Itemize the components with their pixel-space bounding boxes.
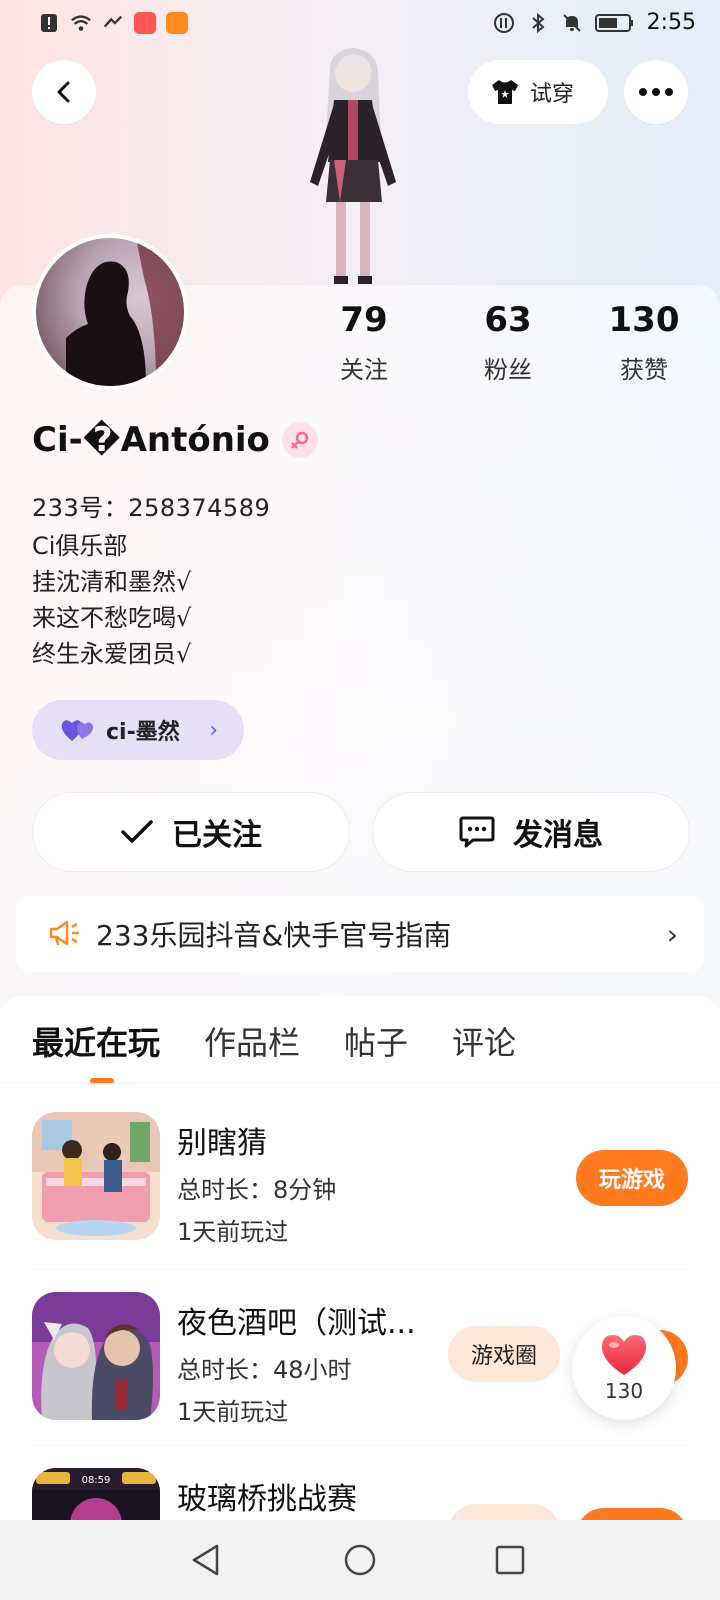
app-badge-icon xyxy=(134,12,156,34)
bluetooth-icon xyxy=(527,12,549,34)
game-duration: 总时长：8分钟 xyxy=(177,1176,337,1204)
profile-name: Ci-�António xyxy=(32,420,270,460)
chevron-right-icon: › xyxy=(666,917,678,951)
more-icon xyxy=(639,88,673,96)
video-app-icon xyxy=(166,12,188,34)
square-recents-icon xyxy=(495,1545,525,1575)
stat-likes[interactable]: 130 获赞 xyxy=(584,300,704,385)
floating-like-button[interactable]: 130 xyxy=(572,1316,676,1420)
followed-button[interactable]: 已关注 xyxy=(32,792,350,872)
followers-count: 63 xyxy=(484,300,532,340)
circle-home-icon xyxy=(344,1544,376,1576)
following-count: 79 xyxy=(340,300,388,340)
tshirt-icon xyxy=(492,80,518,104)
stat-following[interactable]: 79 关注 xyxy=(304,300,424,385)
game-row[interactable]: 别瞎猜 总时长：8分钟 1天前玩过 玩游戏 xyxy=(32,1112,688,1262)
likes-label: 获赞 xyxy=(620,356,668,384)
network-icon xyxy=(493,12,515,34)
followers-label: 粉丝 xyxy=(484,356,532,384)
row-divider xyxy=(32,1444,688,1445)
data-icon xyxy=(102,12,124,34)
profile-bio: Ci俱乐部 挂沈清和墨然√ 来这不愁吃喝√ 终生永爱团员√ xyxy=(32,528,191,672)
game-duration: 总时长：48小时 xyxy=(177,1356,352,1384)
notice-text: 233乐园抖音&快手官号指南 xyxy=(96,919,452,952)
tab-works[interactable]: 作品栏 xyxy=(204,1018,300,1064)
triangle-back-icon xyxy=(192,1544,219,1576)
notice-banner[interactable]: 233乐园抖音&快手官号指南 › xyxy=(16,896,704,972)
mute-icon xyxy=(561,12,583,34)
stat-followers[interactable]: 63 粉丝 xyxy=(448,300,568,385)
bio-line: Ci俱乐部 xyxy=(32,532,128,560)
game-last-played: 1天前玩过 xyxy=(177,1218,289,1246)
tab-divider xyxy=(0,1083,720,1084)
like-count: 130 xyxy=(604,1379,644,1403)
bio-line: 来这不愁吃喝√ xyxy=(32,604,192,632)
nav-back-button[interactable] xyxy=(184,1538,228,1582)
game-title: 夜色酒吧（测试... xyxy=(177,1306,416,1341)
bio-line: 挂沈清和墨然√ xyxy=(32,568,192,596)
chevron-left-icon xyxy=(57,81,70,103)
game-circle-button[interactable]: 游戏圈 xyxy=(448,1326,560,1382)
tab-comments[interactable]: 评论 xyxy=(452,1018,516,1064)
avatar-character-figure[interactable] xyxy=(290,42,420,287)
status-bar: 2:55 xyxy=(0,0,720,48)
game-thumbnail[interactable] xyxy=(32,1112,160,1240)
club-chip-label: ci-墨然 xyxy=(106,720,180,745)
followed-label: 已关注 xyxy=(172,818,262,853)
battery-icon xyxy=(594,12,635,34)
back-button[interactable] xyxy=(32,60,96,124)
bio-line: 终生永爱团员√ xyxy=(32,640,192,668)
club-chip[interactable]: ci-墨然 › xyxy=(32,700,244,760)
try-on-button[interactable]: 试穿 xyxy=(468,60,608,124)
message-button[interactable]: 发消息 xyxy=(372,792,690,872)
profile-tabs: 最近在玩 作品栏 帖子 评论 xyxy=(32,1018,516,1064)
heart-icon xyxy=(602,1335,646,1375)
status-time: 2:55 xyxy=(646,10,696,35)
user-id: 233号：258374589 xyxy=(32,494,271,522)
megaphone-icon xyxy=(49,920,79,946)
following-label: 关注 xyxy=(340,356,388,384)
nav-home-button[interactable] xyxy=(338,1538,382,1582)
nav-recents-button[interactable] xyxy=(488,1538,532,1582)
chat-icon xyxy=(459,816,495,848)
game-thumbnail[interactable] xyxy=(32,1292,160,1420)
user-avatar[interactable] xyxy=(32,234,188,390)
avatar-silhouette xyxy=(66,238,184,386)
game-title: 别瞎猜 xyxy=(177,1126,267,1161)
system-navigation-bar xyxy=(0,1520,720,1600)
female-icon xyxy=(281,422,318,458)
profile-name-row: Ci-�António xyxy=(32,420,318,460)
tab-posts[interactable]: 帖子 xyxy=(344,1018,408,1064)
chevron-right-icon: › xyxy=(209,717,218,743)
more-button[interactable] xyxy=(624,60,688,124)
game-thumb-timer: 08:59 xyxy=(82,1475,111,1486)
try-on-label: 试穿 xyxy=(530,82,575,107)
message-label: 发消息 xyxy=(513,818,603,853)
check-icon xyxy=(121,820,153,843)
game-title: 玻璃桥挑战赛 xyxy=(177,1482,357,1517)
play-game-button[interactable]: 玩游戏 xyxy=(576,1150,688,1206)
alert-icon xyxy=(38,12,60,34)
wifi-icon xyxy=(70,12,92,34)
game-last-played: 1天前玩过 xyxy=(177,1398,289,1426)
tab-recently-played[interactable]: 最近在玩 xyxy=(32,1018,160,1064)
likes-count: 130 xyxy=(608,300,680,340)
row-divider xyxy=(32,1268,688,1269)
double-heart-icon xyxy=(61,720,94,741)
